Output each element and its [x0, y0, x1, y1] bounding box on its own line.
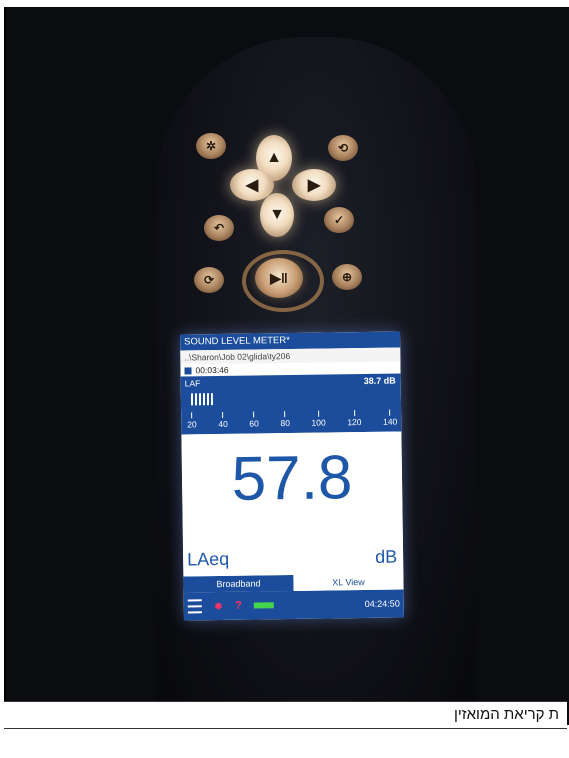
right-arrow-button[interactable]: ▶: [292, 169, 336, 201]
instant-level: 38.7 dB: [363, 375, 396, 386]
scale-tick: 80: [280, 411, 290, 428]
accept-button[interactable]: ✓: [324, 207, 354, 233]
stop-status-icon: [184, 366, 192, 374]
menu-icon[interactable]: [187, 599, 202, 614]
view-tabs: Broadband XL View: [183, 573, 404, 593]
clock: 04:24:50: [364, 598, 400, 609]
scale-tick: 60: [249, 411, 259, 429]
down-arrow-button[interactable]: ▼: [260, 193, 294, 237]
backlight-button[interactable]: ✲: [196, 133, 226, 159]
level-meter-bar: [190, 393, 214, 406]
store-button[interactable]: ⊕: [332, 264, 362, 290]
scale-ticks: 20 40 60 80 100 120 140: [187, 409, 397, 429]
weighting-label: LAF: [184, 378, 201, 389]
device-screen: SOUND LEVEL METER* ..\Sharon\Job 02\glid…: [180, 331, 404, 621]
tab-xl-view[interactable]: XL View: [293, 573, 404, 591]
light-icon[interactable]: ✹: [214, 599, 223, 612]
scale-tick: 40: [218, 411, 228, 429]
caption-text: ת קריאת המואזין: [453, 706, 559, 723]
start-pause-button[interactable]: ▶‖: [255, 258, 303, 298]
main-label: LAeq: [187, 548, 230, 570]
reset-button[interactable]: ⟳: [194, 267, 224, 293]
main-reading-panel: 57.8 LAeq dB: [181, 431, 404, 577]
back-button[interactable]: ↶: [204, 215, 234, 241]
status-bar: ✹ ? 04:24:50: [183, 589, 404, 621]
battery-icon: [253, 602, 274, 609]
help-icon[interactable]: ?: [235, 600, 242, 612]
scale-tick: 20: [187, 412, 197, 429]
scale-tick: 100: [311, 410, 326, 428]
level-bar-panel: LAF 38.7 dB 20 40 60 80 100 120 140: [180, 373, 402, 435]
device-photo: ✲ ⟲ ▲ ◀ ▶ ▼ ↶ ✓ ⟳ ▶‖ ⊕ SOUND LEVEL METER…: [4, 7, 569, 725]
scale-tick: 140: [383, 409, 397, 427]
caption-box: ת קריאת המואזין: [4, 701, 567, 729]
unit-label: dB: [374, 546, 398, 567]
elapsed-time: 00:03:46: [195, 364, 229, 376]
scale-tick: 120: [347, 410, 362, 427]
power-button[interactable]: ⟲: [328, 135, 358, 161]
tab-broadband[interactable]: Broadband: [183, 574, 294, 593]
main-value: 57.8: [231, 443, 353, 514]
